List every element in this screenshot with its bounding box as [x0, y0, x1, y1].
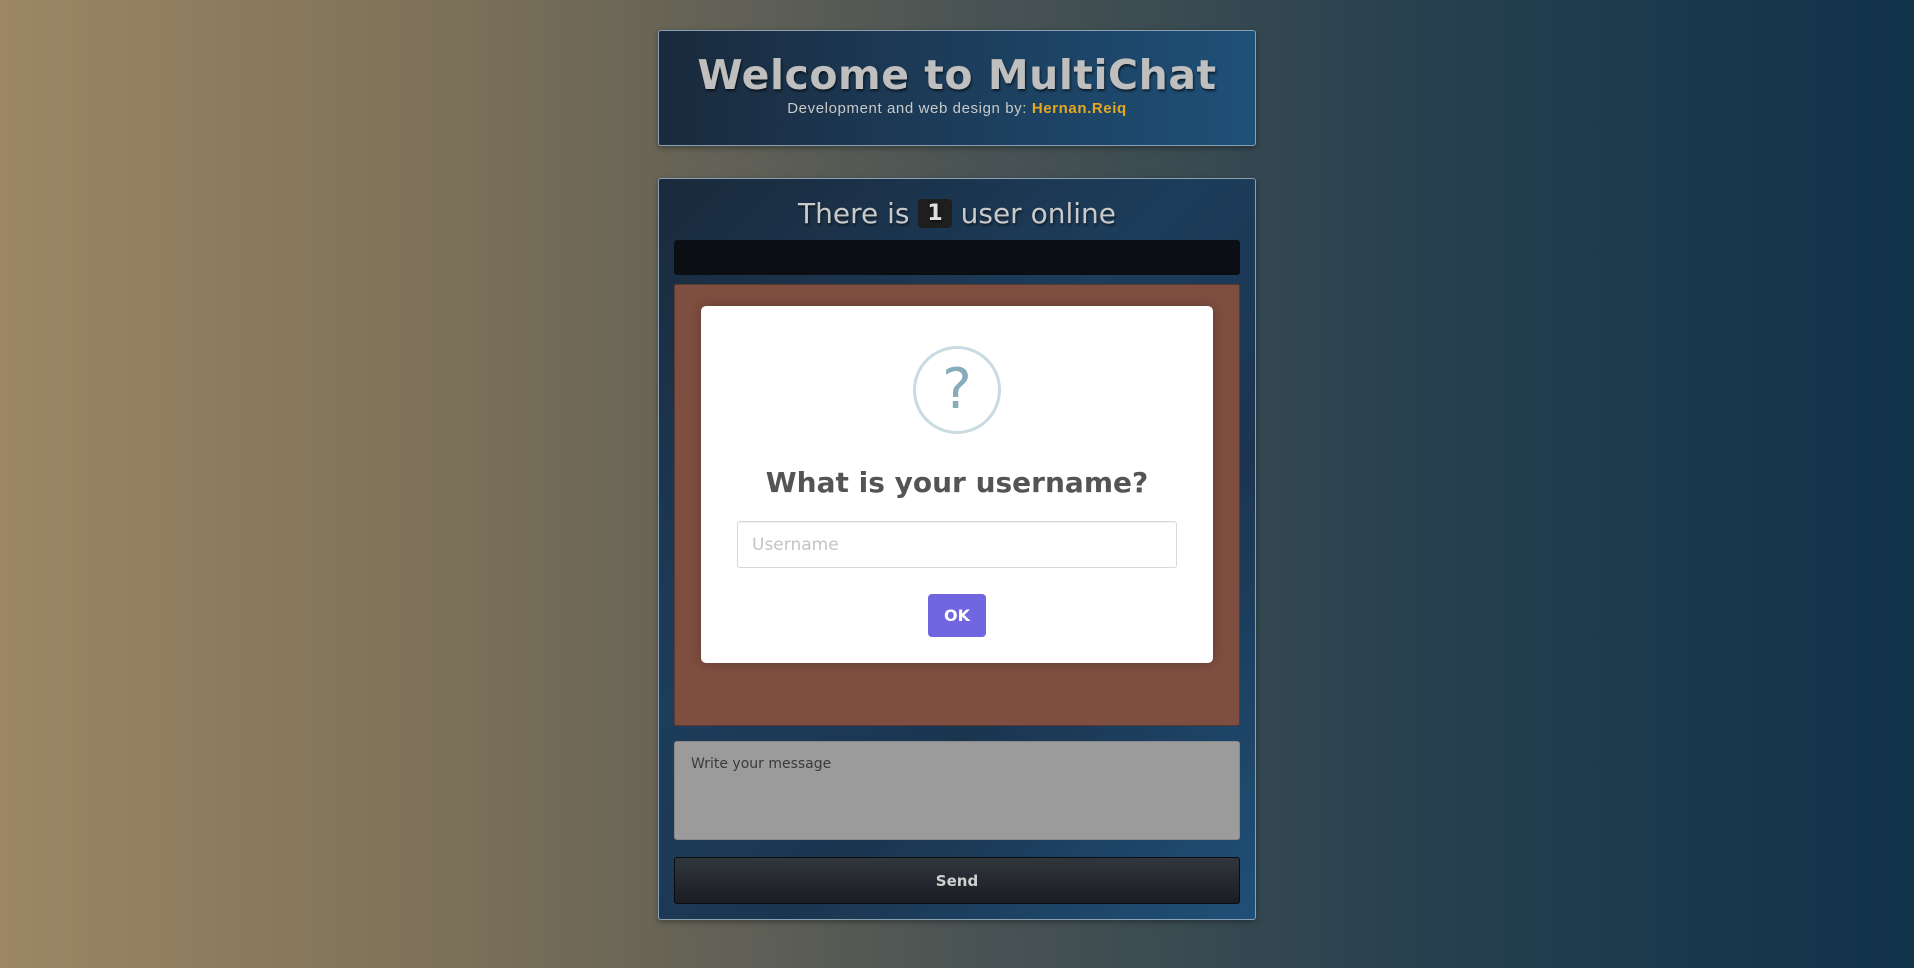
- online-status: There is 1 user online: [659, 197, 1255, 230]
- app-title: Welcome to MultiChat: [697, 51, 1217, 99]
- send-button[interactable]: Send: [674, 857, 1240, 904]
- username-input[interactable]: [737, 521, 1177, 568]
- author-name: Hernan.Reiq: [1031, 100, 1127, 118]
- credits-line: Development and web design by: Hernan.Re…: [659, 100, 1255, 117]
- ok-button[interactable]: OK: [928, 594, 986, 637]
- online-suffix: user online: [951, 197, 1116, 230]
- dialog-title: What is your username?: [765, 466, 1149, 499]
- message-input[interactable]: [674, 741, 1240, 840]
- credits-prefix: Development and web design by:: [787, 100, 1032, 118]
- users-bar: [674, 240, 1240, 275]
- header-card: Welcome to MultiChat Development and web…: [658, 30, 1256, 146]
- username-dialog: ? What is your username? OK: [701, 306, 1213, 663]
- online-prefix: There is: [798, 197, 919, 230]
- question-icon: ?: [913, 346, 1001, 434]
- online-count-badge: 1: [918, 198, 952, 228]
